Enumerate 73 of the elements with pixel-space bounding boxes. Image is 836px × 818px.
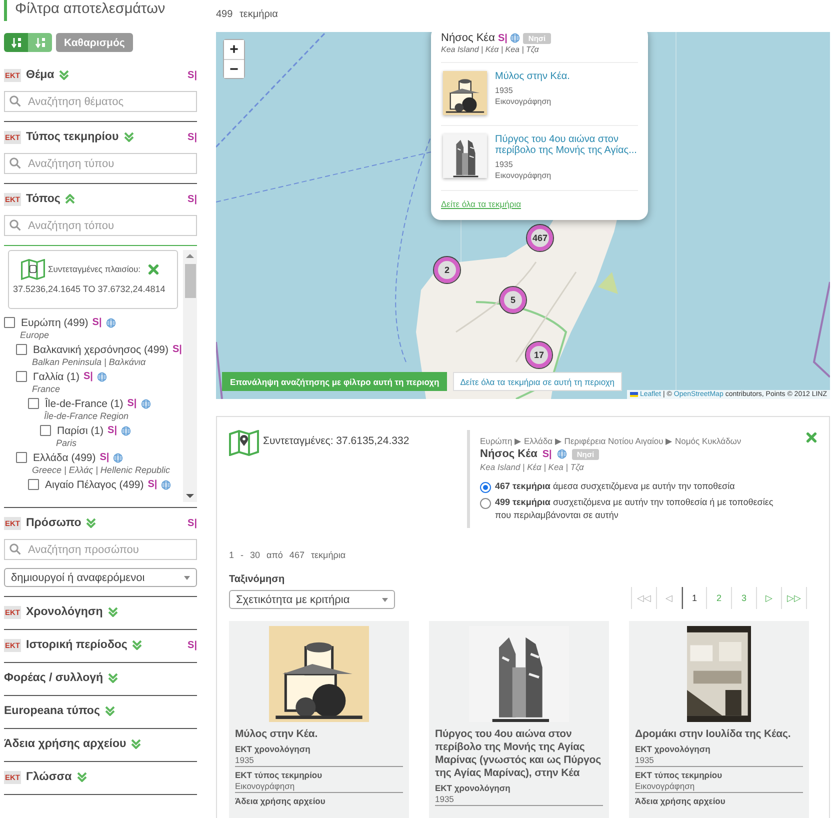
sidebar-title: Φίλτρα αποτελεσμάτων: [4, 0, 197, 21]
tree-item-label[interactable]: Île-de-France (1): [45, 398, 124, 410]
field-label: ΕΚΤ τύπος τεκμηρίου: [235, 770, 324, 780]
alt-names: Paris: [56, 438, 78, 448]
vocab-link[interactable]: S|: [84, 371, 93, 382]
card-title[interactable]: Πύργος του 4ου αιώνα στον περίβολο της Μονής της Αγίας Μαρίνας (γνωστός και ως Πύργος της Αγίας Μαρίνας), στην Κέα: [435, 728, 603, 780]
sort-label: Ταξινόμηση: [229, 574, 286, 585]
facet-title[interactable]: Τόπος: [26, 193, 60, 205]
tree-item-label[interactable]: Αιγαίο Πέλαγος (499): [45, 478, 144, 491]
vocab-link[interactable]: S|: [92, 317, 102, 328]
vocab-link[interactable]: S|: [542, 448, 552, 460]
field-label: Άδεια χρήσης αρχείου: [235, 796, 326, 806]
vocab-link[interactable]: S|: [172, 344, 182, 356]
range-text: 1 - 30 από 467 τεκμήρια: [229, 550, 347, 560]
alt-names: Kea Island | Κέα | Kea | Τζα: [480, 462, 585, 472]
vocab-link[interactable]: S|: [100, 452, 110, 464]
option-label[interactable]: 467 τεκμήρια άμεσα συσχετιζόμενα με αυτήν την τοποθεσία: [495, 480, 735, 493]
alt-names: Balkan Peninsula | Βαλκάνια: [32, 356, 147, 367]
dropdown[interactable]: δημιουργοί ή αναφερόμενοι: [4, 568, 197, 587]
field-label: ΕΚΤ χρονολόγηση: [235, 744, 312, 754]
vocab-link[interactable]: S|: [127, 398, 137, 410]
tree-item-label[interactable]: Παρίσι (1): [57, 424, 104, 437]
facet-title[interactable]: Τύπος τεκμηρίου: [26, 131, 119, 143]
option-label[interactable]: 499 τεκμήρια συσχετιζόμενα με αυτήν την τοποθεσία ή με τοποθεσίες που περιλαμβάνονται σε αυτήν: [495, 496, 790, 522]
facet-title[interactable]: Θέμα: [26, 69, 54, 81]
place-title: Νήσος Κέα: [480, 448, 538, 460]
field-label: ΕΚΤ χρονολόγηση: [635, 744, 712, 754]
facet-title[interactable]: Γλώσσα: [26, 771, 72, 783]
facet-title[interactable]: Χρονολόγηση: [26, 606, 103, 618]
vocab-link[interactable]: S|: [108, 425, 117, 436]
alt-names: Île-de-France Region: [44, 410, 130, 421]
facet-title[interactable]: Ιστορική περίοδος: [26, 639, 128, 651]
result-card[interactable]: Μύλος στην Κέα. ΕΚΤ χρονολόγηση 1935 ΕΚΤ τύπος τεκμηρίου Εικονογράφηση Άδεια χρήσης αρχείου: [229, 621, 409, 818]
vocab-link[interactable]: S|: [188, 70, 197, 80]
facet-title[interactable]: Άδεια χρήσης αρχείου: [4, 738, 126, 750]
vocab-link[interactable]: S|: [188, 194, 197, 204]
breadcrumb: Ευρώπη ▶ Ελλάδα ▶ Περιφέρεια Νοτίου Αιγαίου ▶ Νομός Κυκλάδων: [480, 436, 742, 446]
vocab-link[interactable]: S|: [188, 640, 197, 650]
facet-title[interactable]: Europeana τύπος: [4, 705, 100, 717]
vocab-link[interactable]: S|: [188, 518, 197, 528]
result-card[interactable]: Δρομάκι στην Ιουλίδα της Κέας. ΕΚΤ χρονολόγηση 1935 ΕΚΤ τύπος τεκμηρίου Εικονογράφηση Άδεια χρήσης αρχείου: [629, 621, 809, 818]
field-value: Εικονογράφηση: [235, 780, 403, 793]
tree-item-label[interactable]: Βαλκανική χερσόνησος (499): [33, 344, 168, 356]
field-value: 1935: [635, 754, 803, 767]
alt-names: Europe: [20, 330, 50, 340]
field-value: 1935: [235, 754, 403, 767]
search-field[interactable]: Αναζήτηση θέματος: [4, 91, 197, 112]
field-label: ΕΚΤ τύπος τεκμηρίου: [635, 770, 724, 780]
sort-dropdown[interactable]: Σχετικότητα με κριτήρια: [229, 590, 395, 609]
result-card[interactable]: Πύργος του 4ου αιώνα στον περίβολο της Μονής της Αγίας Μαρίνας (γνωστός και ως Πύργος της Αγίας Μαρίνας), στην Κέα ΕΚΤ χρονολόγηση 1935: [429, 621, 609, 818]
bbox-label: Συντεταγμένες πλαισίου:: [48, 264, 141, 274]
vocab-link[interactable]: S|: [188, 132, 197, 142]
result-count: 499 τεκμήρια: [216, 8, 279, 22]
field-value: Εικονογράφηση: [635, 780, 803, 793]
bbox-coordinates: 37.5236,24.1645 TO 37.6732,24.4814: [13, 284, 166, 294]
search-field[interactable]: Αναζήτηση τύπου: [4, 153, 197, 174]
search-field[interactable]: Αναζήτηση τόπου: [4, 215, 197, 236]
tree-item-label[interactable]: Ευρώπη (499): [21, 316, 88, 329]
field-value: 1935: [435, 793, 603, 806]
facet-title[interactable]: Πρόσωπο: [26, 517, 82, 529]
field-label: ΕΚΤ χρονολόγηση: [435, 783, 512, 793]
facet-title[interactable]: Φορέας / συλλογή: [4, 672, 104, 684]
page-button[interactable]: 1: [682, 587, 707, 609]
coordinates: Συντεταγμένες: 37.6135,24.332: [263, 435, 410, 447]
card-title[interactable]: Μύλος στην Κέα.: [235, 728, 403, 741]
vocab-link[interactable]: S|: [148, 479, 158, 490]
tree-item-label[interactable]: Γαλλία (1): [33, 370, 80, 383]
tree-item-label[interactable]: Ελλάδα (499): [33, 452, 96, 464]
search-field[interactable]: Αναζήτηση προσώπου: [4, 539, 197, 560]
card-title[interactable]: Δρομάκι στην Ιουλίδα της Κέας.: [635, 728, 803, 741]
alt-names: Greece | Ελλάς | Hellenic Republic: [32, 464, 171, 475]
alt-names: France: [32, 384, 62, 394]
field-label: Άδεια χρήσης αρχείου: [635, 796, 726, 806]
